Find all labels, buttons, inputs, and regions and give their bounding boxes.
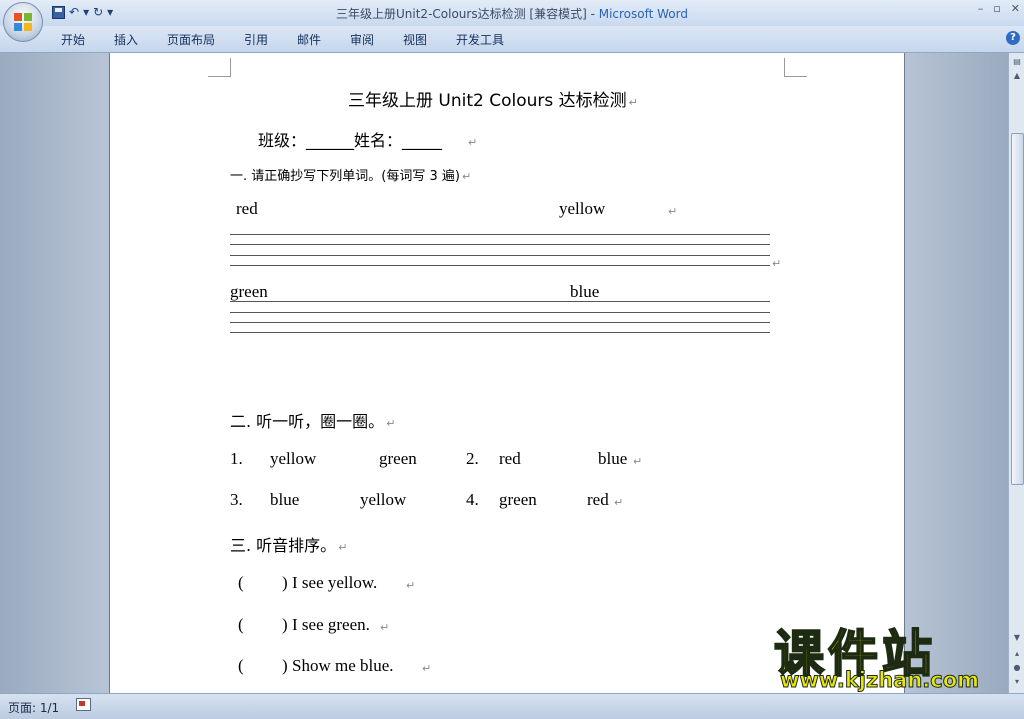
choice-word: red [587,490,609,509]
paragraph-mark: ↵ [380,621,390,634]
window-controls: – ▫ ✕ [978,2,1020,15]
next-page-icon[interactable]: ▾ [1010,675,1024,689]
writing-line [230,322,770,323]
paragraph-mark: ↵ [614,496,624,509]
margin-corner-mark [208,58,231,77]
answer-bracket: ) [282,573,288,592]
choice-word: yellow [360,490,407,509]
app-name: Microsoft Word [598,7,688,21]
writing-line [230,265,770,266]
word-red: red [236,199,258,218]
window-title: 三年级上册Unit2-Colours达标检测 [兼容模式] - Microsof… [0,5,1024,22]
class-name-line: 班级：______姓名：_____ ↵ [258,131,478,150]
answer-bracket: ( [238,615,244,634]
item-number: 3. [230,490,243,509]
word-blue: blue [570,282,600,301]
tab-references[interactable]: 引用 [244,31,268,48]
tab-mailings[interactable]: 邮件 [297,31,321,48]
choice-word: green [379,449,417,468]
office-logo-icon [14,13,32,31]
choice-word: red [499,449,521,468]
office-button[interactable] [3,2,43,42]
answer-bracket: ) [282,656,288,675]
paragraph-mark: ↵ [406,579,416,592]
tab-view[interactable]: 视图 [403,31,427,48]
writing-line [230,244,770,245]
select-browse-object-icon[interactable]: ● [1010,661,1024,675]
choice-word: green [499,490,537,509]
paragraph-mark: ↵ [772,257,782,270]
paragraph-mark: ↵ [633,455,643,468]
restore-button[interactable]: ▫ [993,2,1000,15]
sentence: I see yellow. [292,573,378,592]
scroll-thumb[interactable] [1011,133,1024,485]
document-page[interactable]: 三年级上册 Unit2 Colours 达标检测 ↵ 班级：______姓名：__… [110,53,904,693]
page-indicator[interactable]: 页面: 1/1 [8,699,59,716]
paragraph-mark: ↵ [422,662,432,675]
paragraph-mark: ↵ [668,205,678,218]
choice-word: yellow [270,449,317,468]
minimize-button[interactable]: – [978,2,984,15]
word-green: green [230,282,268,301]
section1-heading: 一. 请正确抄写下列单词。(每词写 3 遍) ↵ [230,169,472,184]
title-bar: ↶ ▾ ↻ ▾ 三年级上册Unit2-Colours达标检测 [兼容模式] - … [0,0,1024,26]
tab-home[interactable]: 开始 [61,31,85,48]
answer-bracket: ( [238,573,244,592]
answer-bracket: ( [238,656,244,675]
sentence: I see green. [292,615,370,634]
vertical-scrollbar[interactable]: ▤ ▲ ▼ ▴ ● ▾ [1008,53,1024,693]
choice-word: blue [598,449,628,468]
section3-heading: 三. 听音排序。 ↵ [230,536,348,555]
status-bar: 页面: 1/1 [0,693,1024,719]
writing-line [230,301,770,302]
ruler-toggle-icon[interactable]: ▤ [1010,55,1024,69]
writing-line [230,255,770,256]
sentence: Show me blue. [292,656,394,675]
ribbon-tabs: 开始 插入 页面布局 引用 邮件 审阅 视图 开发工具 ? [0,26,1024,53]
writing-line [230,234,770,235]
tab-page-layout[interactable]: 页面布局 [167,31,215,48]
item-number: 1. [230,449,243,468]
section2-heading: 二. 听一听，圈一圈。 ↵ [230,412,396,431]
item-number: 4. [466,490,479,509]
word-yellow: yellow [559,199,606,218]
margin-corner-mark [784,58,807,77]
proofing-icon[interactable] [76,698,91,711]
help-icon[interactable]: ? [1006,31,1020,45]
answer-bracket: ) [282,615,288,634]
tab-review[interactable]: 审阅 [350,31,374,48]
tab-insert[interactable]: 插入 [114,31,138,48]
choice-word: blue [270,490,300,509]
writing-line [230,332,770,333]
previous-page-icon[interactable]: ▴ [1010,647,1024,661]
document-area: 三年级上册 Unit2 Colours 达标检测 ↵ 班级：______姓名：__… [0,53,1008,693]
document-title: 三年级上册Unit2-Colours达标检测 [兼容模式] - [336,7,599,21]
watermark-url: www.kjzhan.com [779,668,980,693]
document-heading: 三年级上册 Unit2 Colours 达标检测 ↵ [348,91,638,111]
item-number: 2. [466,449,479,468]
scroll-down-icon[interactable]: ▼ [1010,631,1024,645]
writing-line [230,312,770,313]
scroll-up-icon[interactable]: ▲ [1010,69,1024,83]
tab-developer[interactable]: 开发工具 [456,31,504,48]
close-button[interactable]: ✕ [1011,2,1020,15]
